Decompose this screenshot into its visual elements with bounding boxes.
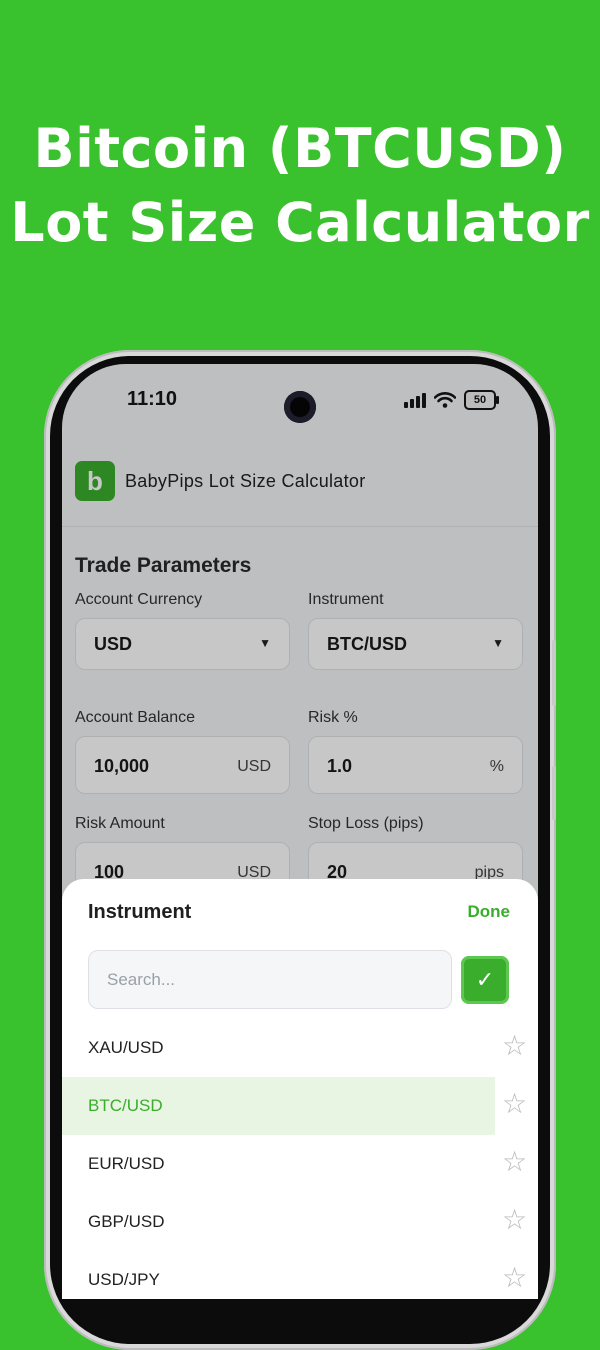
headline-line-1: Bitcoin (BTCUSD) [33,117,567,180]
headline-line-2: Lot Size Calculator [10,191,590,254]
search-input[interactable] [88,950,452,1009]
phone-screen: b BabyPips Lot Size Calculator Trade Par… [62,364,538,1299]
instrument-item-label: BTC/USD [88,1096,163,1115]
instrument-item-eur-usd[interactable]: EUR/USD ☆ [62,1135,538,1193]
phone-power-button [552,640,556,706]
cellular-signal-icon [404,392,426,408]
instrument-item-usd-jpy[interactable]: USD/JPY ☆ [62,1251,538,1299]
promo-headline: Bitcoin (BTCUSD) Lot Size Calculator [0,112,600,260]
front-camera [284,391,316,423]
instrument-item-btc-usd[interactable]: BTC/USD ☆ [62,1077,538,1135]
star-icon[interactable]: ☆ [502,1089,527,1119]
instrument-item-label: USD/JPY [88,1270,160,1289]
done-button[interactable]: Done [468,902,511,922]
star-icon[interactable]: ☆ [502,1031,527,1061]
status-icons: 50 [404,390,499,410]
instrument-picker-sheet: Instrument Done ✓ XAU/USD ☆ BTC/USD ☆ EU… [62,879,538,1299]
star-icon[interactable]: ☆ [502,1263,527,1293]
star-icon[interactable]: ☆ [502,1147,527,1177]
star-icon[interactable]: ☆ [502,1205,527,1235]
instrument-item-xau-usd[interactable]: XAU/USD ☆ [62,1019,538,1077]
wifi-icon [434,392,456,408]
confirm-check-button[interactable]: ✓ [461,956,509,1004]
instrument-list: XAU/USD ☆ BTC/USD ☆ EUR/USD ☆ GBP/USD ☆ [62,1019,538,1299]
app-background: b BabyPips Lot Size Calculator Trade Par… [62,364,538,1299]
checkmark-icon: ✓ [475,967,495,992]
battery-icon: 50 [464,390,499,410]
instrument-item-gbp-usd[interactable]: GBP/USD ☆ [62,1193,538,1251]
phone-volume-button [552,766,556,820]
instrument-item-label: GBP/USD [88,1212,165,1231]
sheet-title: Instrument [88,901,192,923]
instrument-item-label: EUR/USD [88,1154,165,1173]
instrument-item-label: XAU/USD [88,1038,164,1057]
status-time: 11:10 [127,388,178,410]
